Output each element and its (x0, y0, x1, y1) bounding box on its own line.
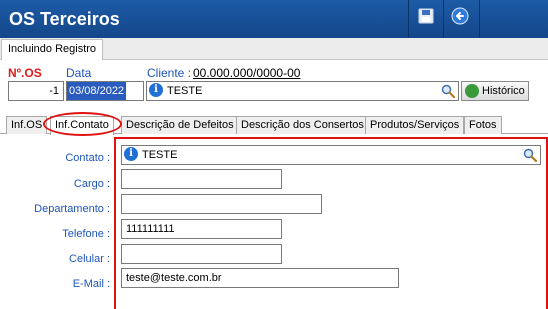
contato-label: Contato : (65, 152, 110, 164)
telefone-label: Telefone : (62, 228, 110, 240)
toolbar-separator (408, 0, 409, 38)
date-label: Data (66, 66, 92, 80)
email-label: E-Mail : (72, 278, 110, 290)
tab-fotos[interactable]: Fotos (464, 116, 502, 134)
contato-value: TESTE (142, 149, 178, 161)
tab-produtos-servicos[interactable]: Produtos/Serviços (365, 116, 465, 134)
cargo-label: Cargo : (73, 178, 110, 190)
toolbar-separator (443, 0, 444, 38)
client-field[interactable]: i TESTE (146, 81, 459, 101)
telefone-field[interactable]: 111111111 (121, 219, 282, 239)
info-icon: i (124, 147, 138, 162)
tab-inf-os[interactable]: Inf.OS (6, 116, 48, 134)
save-icon[interactable] (417, 7, 435, 25)
back-icon[interactable] (451, 7, 469, 25)
subtab-incluindo-registro[interactable]: Incluindo Registro (1, 39, 104, 60)
tab-descricao-defeitos[interactable]: Descrição de Defeitos (121, 116, 239, 134)
toolbar-separator (479, 0, 480, 38)
date-field[interactable]: 03/08/2022 (66, 81, 144, 101)
tab-descricao-consertos[interactable]: Descrição dos Consertos (236, 116, 369, 134)
departamento-label: Departamento : (34, 203, 110, 215)
search-icon[interactable] (441, 84, 455, 98)
info-icon: i (149, 83, 163, 98)
highlight-ellipse (43, 112, 122, 136)
email-field[interactable]: teste@teste.com.br (121, 268, 399, 288)
os-number-label: Nº.OS (8, 66, 42, 80)
historico-button-label: Histórico (482, 85, 525, 97)
historico-button[interactable]: Histórico (461, 81, 529, 101)
celular-field[interactable] (121, 244, 282, 264)
client-label: Cliente : (147, 66, 192, 80)
date-value: 03/08/2022 (67, 82, 127, 100)
client-code-link[interactable]: 00.000.000/0000-00 (193, 66, 300, 80)
history-icon (465, 84, 479, 98)
os-number-field[interactable]: -1 (8, 81, 64, 101)
departamento-field[interactable] (121, 194, 322, 214)
client-value: TESTE (167, 85, 203, 97)
subtab-strip: Incluindo Registro (0, 38, 548, 60)
cargo-field[interactable] (121, 169, 282, 189)
title-bar: OS Terceiros (0, 0, 548, 38)
contato-field[interactable]: i TESTE (121, 145, 541, 165)
search-icon[interactable] (523, 148, 537, 162)
celular-label: Celular : (69, 253, 110, 265)
window-title: OS Terceiros (9, 9, 120, 29)
